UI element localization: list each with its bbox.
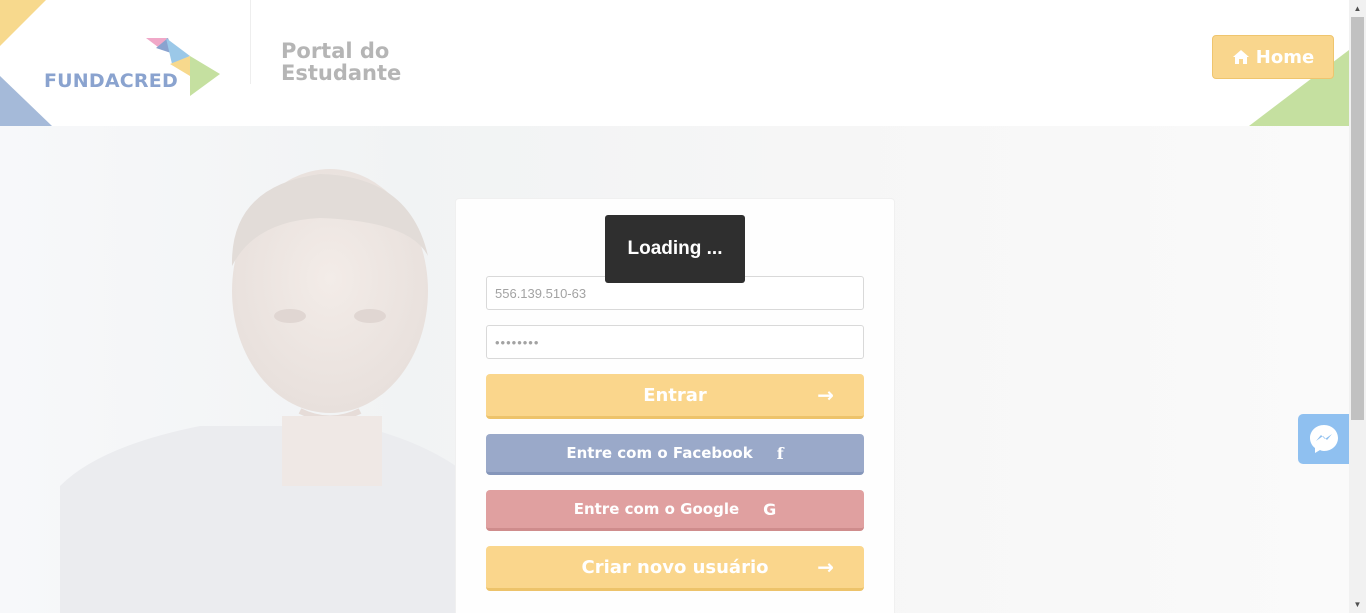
home-icon <box>1232 50 1249 64</box>
messenger-icon <box>1309 425 1338 453</box>
facebook-icon: f <box>776 443 784 463</box>
facebook-login-button[interactable]: Entre com o Facebook f <box>486 434 864 475</box>
student-photo <box>60 169 480 613</box>
portal-title-line1: Portal do <box>281 39 390 63</box>
decorative-triangle-top-left <box>0 0 46 46</box>
google-button-label: Entre com o Google <box>573 500 740 518</box>
create-user-button-label: Criar novo usuário <box>581 556 769 578</box>
portal-title-line2: Estudante <box>281 61 402 85</box>
header-divider <box>250 0 251 84</box>
password-input[interactable]: •••••••• <box>486 325 864 359</box>
scroll-up-icon[interactable]: ▲ <box>1349 0 1366 17</box>
entrar-button-label: Entrar <box>643 384 707 406</box>
arrow-right-icon: → <box>817 555 834 579</box>
portal-title: Portal do Estudante <box>281 40 401 84</box>
loading-toast: Loading ... <box>605 215 745 283</box>
google-login-button[interactable]: Entre com o Google G <box>486 490 864 531</box>
page-scrollbar[interactable]: ▲ ▼ <box>1349 0 1366 613</box>
create-user-button[interactable]: Criar novo usuário → <box>486 546 864 591</box>
scrollbar-thumb[interactable] <box>1351 17 1364 420</box>
scroll-down-icon[interactable]: ▼ <box>1349 596 1366 613</box>
facebook-button-label: Entre com o Facebook <box>566 444 753 462</box>
entrar-button[interactable]: Entrar → <box>486 374 864 419</box>
messenger-chat-button[interactable] <box>1298 414 1349 464</box>
home-button-label: Home <box>1255 46 1315 68</box>
google-icon: G <box>763 499 777 519</box>
logo-text: FUNDACRED <box>44 70 178 92</box>
site-header: FUNDACRED Portal do Estudante <box>0 0 1349 126</box>
arrow-right-icon: → <box>817 383 834 407</box>
home-button[interactable]: Home <box>1212 35 1334 79</box>
